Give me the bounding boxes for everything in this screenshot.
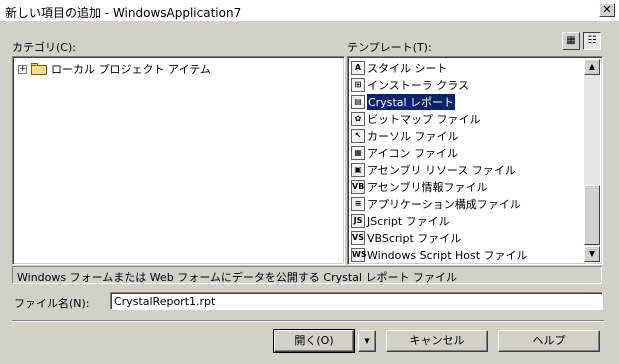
bitmap-icon: ✿ (351, 111, 365, 126)
resource-file-icon: ▣ (351, 162, 365, 177)
template-description: Windows フォームまたは Web フォームにデータを公開する Crysta… (12, 266, 602, 284)
template-item[interactable]: ▤ Crystal レポート (350, 93, 586, 110)
template-item-label: アプリケーション構成ファイル (367, 197, 521, 211)
template-item-label: カーソル ファイル (367, 129, 459, 143)
assembly-info-icon: VB (351, 179, 365, 194)
config-file-icon: ≡ (351, 196, 365, 211)
template-item[interactable]: ≡ アプリケーション構成ファイル (350, 195, 586, 212)
close-icon[interactable]: ✕ (599, 3, 615, 17)
template-item[interactable]: ↖ カーソル ファイル (350, 127, 586, 144)
template-item[interactable]: ✿ ビットマップ ファイル (350, 110, 586, 127)
help-button[interactable]: ヘルプ (498, 330, 600, 352)
open-button[interactable]: 開く(O) (273, 329, 355, 353)
scroll-down-icon[interactable]: ▼ (584, 246, 600, 262)
templates-list[interactable]: A スタイル シート ⊞ インストーラ クラス ▤ Crystal レポート ✿ ビットマップ… (347, 56, 603, 265)
vbscript-icon: VS (351, 230, 365, 245)
filename-label: ファイル名(N): (14, 297, 90, 310)
style-sheet-icon: A (351, 60, 365, 75)
template-item-label: アセンブリ情報ファイル (367, 180, 488, 194)
template-item-label: JScript ファイル (367, 214, 450, 228)
template-item-label: スタイル シート (367, 61, 448, 75)
template-item[interactable]: WS Windows Script Host ファイル (350, 246, 586, 263)
template-item-label: ビットマップ ファイル (367, 112, 481, 126)
large-icons-view-icon[interactable]: ▦ (562, 32, 580, 50)
open-menu-icon[interactable]: ▾ (358, 330, 376, 352)
template-item[interactable]: VS VBScript ファイル (350, 229, 586, 246)
title-bar: 新しい項目の追加 - WindowsApplication7 ✕ (0, 0, 619, 22)
crystal-report-icon: ▤ (351, 94, 365, 109)
template-item[interactable]: A スタイル シート (350, 59, 586, 76)
jscript-icon: JS (351, 213, 365, 228)
wsh-icon: WS (351, 247, 367, 262)
categories-tree[interactable]: + ローカル プロジェクト アイテム (12, 56, 345, 265)
template-item[interactable]: JS JScript ファイル (350, 212, 586, 229)
templates-label: テンプレート(T): (347, 41, 432, 54)
template-item-label: VBScript ファイル (367, 231, 462, 245)
template-item[interactable]: ▦ アイコン ファイル (350, 144, 586, 161)
expand-icon[interactable]: + (18, 64, 27, 74)
template-item-label: Windows Script Host ファイル (367, 248, 528, 262)
tree-item-local-project-items[interactable]: + ローカル プロジェクト アイテム (18, 61, 211, 77)
cursor-icon: ↖ (351, 128, 365, 143)
template-item[interactable]: ⊞ インストーラ クラス (350, 76, 586, 93)
filename-input[interactable] (110, 292, 603, 310)
window-title: 新しい項目の追加 - WindowsApplication7 (5, 6, 242, 20)
installer-class-icon: ⊞ (351, 77, 365, 92)
folder-icon (31, 63, 47, 75)
template-item[interactable]: ▣ アセンブリ リソース ファイル (350, 161, 586, 178)
scroll-thumb[interactable] (584, 185, 600, 245)
templates-scrollbar[interactable]: ▲ ▼ (584, 59, 600, 262)
categories-label: カテゴリ(C): (12, 41, 76, 54)
template-item-label: インストーラ クラス (367, 78, 470, 92)
template-item-label: アイコン ファイル (367, 146, 458, 160)
template-items: A スタイル シート ⊞ インストーラ クラス ▤ Crystal レポート ✿ ビットマップ… (350, 59, 586, 263)
scroll-up-icon[interactable]: ▲ (584, 59, 600, 75)
icon-file-icon: ▦ (351, 145, 365, 160)
tree-item-label: ローカル プロジェクト アイテム (51, 63, 211, 76)
template-item[interactable]: VB アセンブリ情報ファイル (350, 178, 586, 195)
small-icons-view-icon[interactable]: ☷ (583, 32, 601, 50)
cancel-button[interactable]: キャンセル (386, 330, 488, 352)
template-item-label: Crystal レポート (367, 93, 456, 110)
template-item-label: アセンブリ リソース ファイル (367, 163, 516, 177)
separator (12, 320, 604, 322)
